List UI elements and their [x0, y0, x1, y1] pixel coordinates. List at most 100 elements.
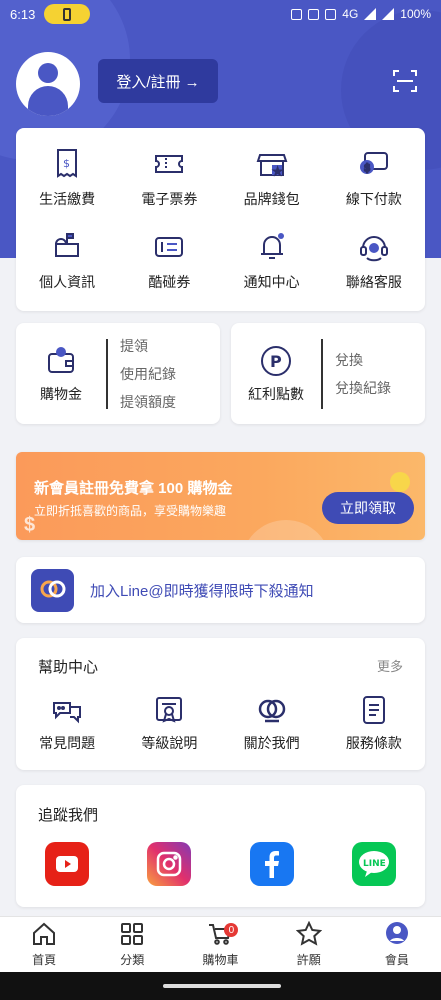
brand-wallet-store-icon: ★	[256, 153, 288, 177]
service-label: 生活繳費	[39, 190, 96, 207]
service-label: 電子票券	[141, 190, 198, 207]
tab-category[interactable]: 分類	[88, 917, 176, 972]
bell-icon	[260, 233, 284, 260]
promo-subtitle: 立即折抵喜歡的商品，享受購物樂趣	[34, 504, 227, 518]
promo-title: 新會員註冊免費拿 100 購物金	[34, 480, 233, 497]
withdraw-limit-link[interactable]: 提領額度	[120, 392, 176, 412]
status-time: 6:13	[10, 6, 36, 22]
svg-text:★: ★	[274, 167, 281, 176]
notification-icon	[308, 8, 320, 20]
help-center-card: 幫助中心 更多 常見問題 等級說明 關於我們 服務條款	[16, 638, 425, 770]
status-icons: 4G 100%	[291, 7, 431, 21]
tab-label: 分類	[120, 953, 145, 967]
bonus-points-label: 紅利點數	[248, 385, 304, 402]
more-link[interactable]: 更多	[377, 656, 403, 677]
tab-label: 購物車	[202, 953, 239, 967]
line-banner-text: 加入Line@即時獲得限時下殺通知	[90, 582, 314, 600]
document-icon	[362, 696, 385, 724]
avatar[interactable]	[16, 52, 80, 116]
tab-home[interactable]: 首頁	[0, 917, 88, 972]
svg-text:P: P	[270, 352, 282, 371]
member-icon	[385, 922, 408, 944]
tab-label: 許願	[296, 953, 321, 967]
service-notification-center[interactable]: 通知中心	[221, 220, 323, 304]
claim-now-button[interactable]: 立即領取	[322, 492, 414, 524]
usage-record-link[interactable]: 使用紀錄	[120, 364, 176, 384]
chat-bubbles-icon	[53, 702, 82, 724]
redeem-link[interactable]: 兌換	[335, 350, 391, 370]
bill-receipt-icon: $	[57, 148, 78, 178]
service-offline-payment[interactable]: $ 線下付款	[323, 136, 425, 220]
service-label: 線下付款	[345, 190, 402, 207]
home-icon	[33, 922, 56, 945]
service-bill-payment[interactable]: $ 生活繳費	[16, 136, 118, 220]
bottom-tab-bar: 首頁 分類 0 購物車 許願 會員	[0, 916, 441, 972]
brand-logo-icon	[31, 568, 74, 612]
shopping-credit-label: 購物金	[40, 385, 82, 402]
service-personal-info[interactable]: 個人資訊	[16, 220, 118, 304]
tab-cart[interactable]: 0 購物車	[176, 917, 264, 972]
line-icon[interactable]: LINE	[351, 842, 396, 886]
login-label: 登入/註冊 →	[116, 73, 200, 91]
shopping-credit[interactable]: 購物金	[16, 344, 106, 404]
status-bar: 6:13 4G 100%	[0, 0, 441, 28]
follow-us-card: 追蹤我們 LINE	[16, 785, 425, 907]
help-faq[interactable]: 常見問題	[16, 693, 118, 753]
system-navigation-bar	[0, 972, 441, 1000]
help-levels[interactable]: 等級說明	[118, 693, 220, 753]
help-label: 常見問題	[39, 735, 96, 751]
tab-label: 會員	[384, 953, 409, 967]
scan-icon[interactable]	[392, 68, 418, 94]
offline-payment-icon: $	[359, 151, 388, 175]
headset-icon	[359, 236, 388, 262]
service-label: 通知中心	[243, 274, 300, 291]
ticket-icon	[155, 154, 184, 173]
tab-member[interactable]: 會員	[353, 917, 441, 972]
coupon-icon	[155, 237, 184, 258]
help-center-title: 幫助中心	[38, 659, 99, 676]
service-brand-wallet[interactable]: ★ 品牌錢包	[221, 136, 323, 220]
network-type: 4G	[342, 7, 359, 21]
help-label: 服務條款	[345, 735, 402, 751]
svg-text:$: $	[364, 163, 370, 174]
instagram-icon[interactable]	[147, 842, 192, 886]
bonus-points-card: P 紅利點數 兌換 兌換紀錄	[231, 323, 425, 424]
cart-badge: 0	[224, 923, 239, 937]
battery-saver-indicator	[44, 4, 90, 24]
home-gesture-bar[interactable]	[163, 984, 281, 988]
battery-level: 100%	[400, 7, 431, 21]
points-icon: P	[261, 345, 291, 376]
line-icon-text: LINE	[363, 859, 386, 869]
signal-icon	[382, 8, 395, 20]
grid-icon	[121, 923, 144, 945]
help-about-us[interactable]: 關於我們	[221, 693, 323, 753]
service-label: 品牌錢包	[243, 190, 300, 207]
vibrate-icon	[325, 8, 337, 20]
mailbox-icon	[55, 233, 80, 258]
help-terms[interactable]: 服務條款	[323, 693, 425, 753]
service-label: 酷碰券	[148, 274, 191, 291]
certificate-icon	[156, 697, 183, 723]
help-label: 等級說明	[141, 735, 198, 751]
star-icon	[295, 921, 322, 946]
login-register-button[interactable]: 登入/註冊 →	[98, 59, 218, 103]
help-label: 關於我們	[243, 735, 300, 751]
service-customer-support[interactable]: 聯絡客服	[323, 220, 425, 304]
tab-wishlist[interactable]: 許願	[265, 917, 353, 972]
alarm-icon	[291, 8, 303, 20]
signal-icon	[364, 8, 377, 20]
line-join-banner[interactable]: 加入Line@即時獲得限時下殺通知	[16, 557, 425, 623]
new-member-promo-banner[interactable]: $ 新會員註冊免費拿 100 購物金 立即折抵喜歡的商品，享受購物樂趣 立即領取	[16, 452, 425, 540]
bonus-points[interactable]: P 紅利點數	[231, 344, 321, 404]
tab-label: 首頁	[32, 953, 57, 967]
coin-icon	[390, 472, 410, 492]
withdraw-link[interactable]: 提領	[120, 336, 176, 356]
services-card: $ 生活繳費 電子票券 ★ 品牌錢包 $ 線下付款 個人資訊 酷碰券 通知中心	[16, 128, 425, 311]
facebook-icon[interactable]	[249, 842, 294, 886]
brand-logo-icon	[258, 699, 285, 723]
service-e-ticket[interactable]: 電子票券	[118, 136, 220, 220]
redeem-record-link[interactable]: 兌換紀錄	[335, 378, 391, 398]
service-label: 個人資訊	[39, 274, 96, 291]
service-coupon[interactable]: 酷碰券	[118, 220, 220, 304]
youtube-icon[interactable]	[45, 842, 90, 886]
